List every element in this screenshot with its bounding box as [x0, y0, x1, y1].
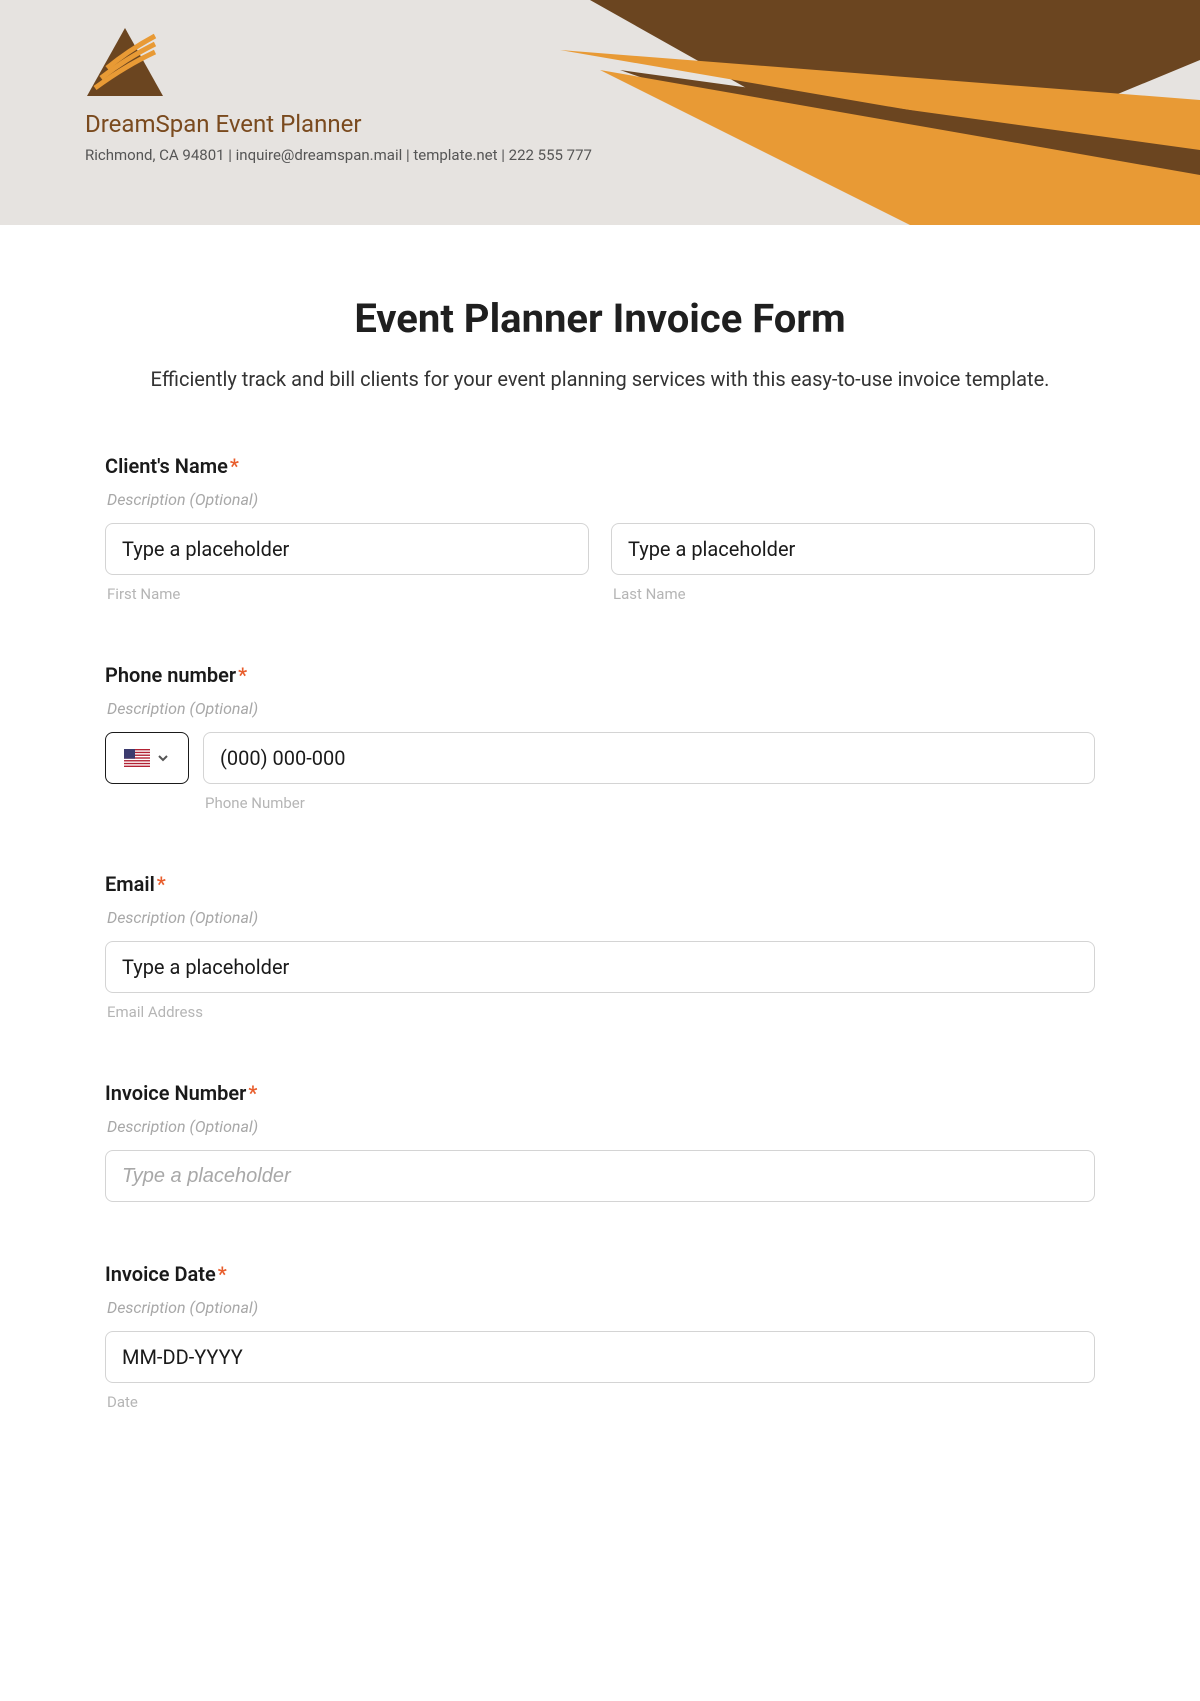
company-logo-icon [85, 28, 165, 98]
required-star: * [238, 663, 247, 687]
required-star: * [248, 1081, 257, 1105]
phone-input[interactable]: (000) 000-000 [203, 732, 1095, 784]
field-phone: Phone number* Description (Optional) [105, 663, 1095, 812]
email-desc: Description (Optional) [107, 908, 1095, 927]
country-code-select[interactable] [105, 732, 189, 784]
invoice-number-input[interactable] [105, 1150, 1095, 1202]
invoice-number-label: Invoice Number* [105, 1081, 1095, 1105]
email-label: Email* [105, 872, 1095, 896]
last-name-value: Type a placeholder [628, 537, 795, 561]
invoice-date-label-text: Invoice Date [105, 1262, 216, 1286]
required-star: * [157, 872, 166, 896]
invoice-date-sublabel: Date [107, 1393, 1095, 1411]
phone-sublabel: Phone Number [205, 794, 1095, 812]
header-decoration [560, 0, 1200, 225]
logo-block: DreamSpan Event Planner Richmond, CA 948… [85, 28, 592, 164]
page-subtitle: Efficiently track and bill clients for y… [105, 364, 1095, 394]
field-client-name: Client's Name* Description (Optional) Ty… [105, 454, 1095, 603]
us-flag-icon [124, 749, 150, 767]
email-value: Type a placeholder [122, 955, 289, 979]
phone-label-text: Phone number [105, 663, 236, 687]
invoice-date-desc: Description (Optional) [107, 1298, 1095, 1317]
field-invoice-date: Invoice Date* Description (Optional) MM-… [105, 1262, 1095, 1411]
page-title: Event Planner Invoice Form [105, 295, 1095, 342]
required-star: * [230, 454, 239, 478]
invoice-date-input[interactable]: MM-DD-YYYY [105, 1331, 1095, 1383]
invoice-date-value: MM-DD-YYYY [122, 1345, 243, 1369]
phone-value: (000) 000-000 [220, 746, 345, 770]
form-content: Event Planner Invoice Form Efficiently t… [0, 225, 1200, 1461]
chevron-down-icon [156, 751, 170, 765]
header-banner: DreamSpan Event Planner Richmond, CA 948… [0, 0, 1200, 225]
phone-label: Phone number* [105, 663, 1095, 687]
field-email: Email* Description (Optional) Type a pla… [105, 872, 1095, 1021]
required-star: * [218, 1262, 227, 1286]
first-name-value: Type a placeholder [122, 537, 289, 561]
email-input[interactable]: Type a placeholder [105, 941, 1095, 993]
client-name-label: Client's Name* [105, 454, 1095, 478]
first-name-sublabel: First Name [107, 585, 589, 603]
invoice-number-desc: Description (Optional) [107, 1117, 1095, 1136]
email-sublabel: Email Address [107, 1003, 1095, 1021]
invoice-date-label: Invoice Date* [105, 1262, 1095, 1286]
client-name-desc: Description (Optional) [107, 490, 1095, 509]
field-invoice-number: Invoice Number* Description (Optional) [105, 1081, 1095, 1202]
last-name-input[interactable]: Type a placeholder [611, 523, 1095, 575]
invoice-number-label-text: Invoice Number [105, 1081, 246, 1105]
email-label-text: Email [105, 872, 155, 896]
phone-desc: Description (Optional) [107, 699, 1095, 718]
company-name: DreamSpan Event Planner [85, 110, 592, 138]
first-name-input[interactable]: Type a placeholder [105, 523, 589, 575]
client-name-label-text: Client's Name [105, 454, 228, 478]
company-meta: Richmond, CA 94801 | inquire@dreamspan.m… [85, 146, 592, 164]
last-name-sublabel: Last Name [613, 585, 1095, 603]
